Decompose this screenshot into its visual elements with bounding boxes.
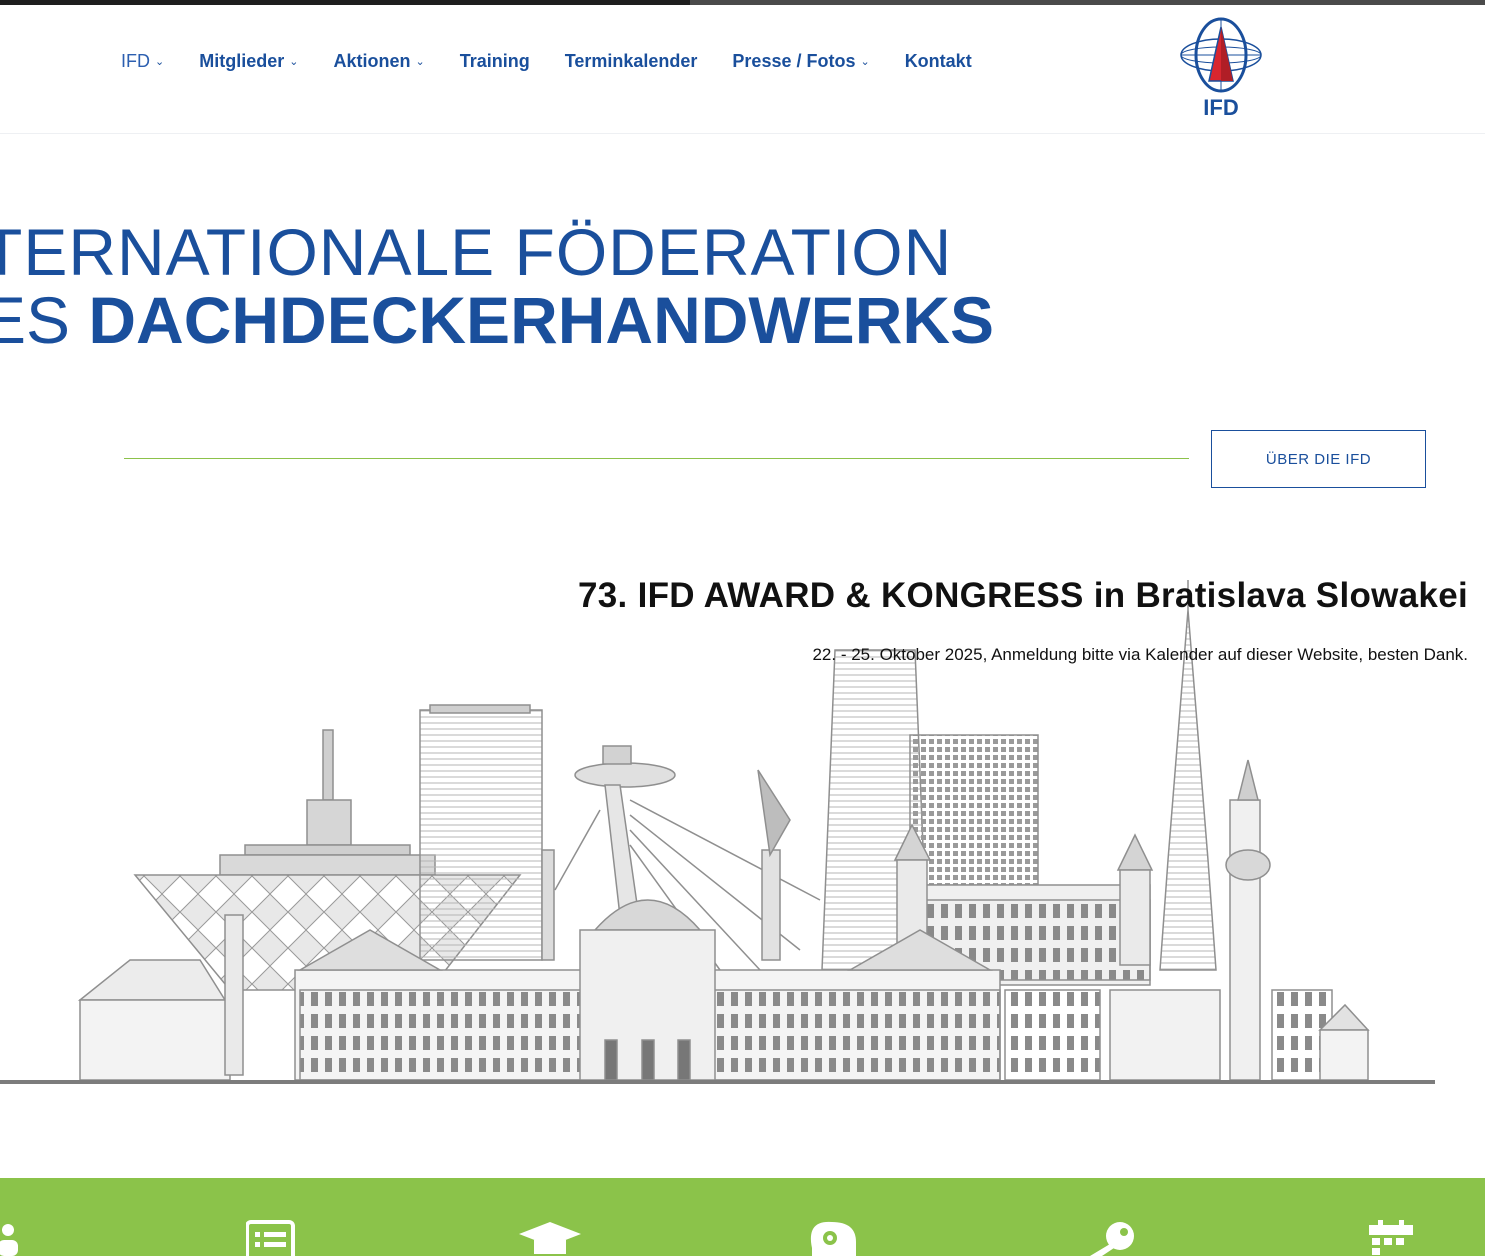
chevron-down-icon: ⌄ [415, 56, 425, 68]
nav-item-aktionen[interactable]: Aktionen ⌄ [333, 51, 424, 72]
event-subtitle: 22. - 25. Oktober 2025, Anmeldung bitte … [812, 645, 1468, 664]
ifd-logo[interactable]: IFD [1178, 13, 1264, 123]
features-band [0, 1178, 1485, 1256]
graduation-cap-icon[interactable] [518, 1220, 582, 1256]
event-title: 73. IFD AWARD & KONGRESS in Bratislava S… [578, 576, 1468, 615]
person-icon[interactable] [0, 1220, 22, 1256]
list-icon[interactable] [246, 1220, 296, 1256]
about-ifd-button[interactable]: ÜBER DIE IFD [1211, 430, 1426, 488]
chevron-down-icon: ⌄ [289, 56, 299, 68]
nav-item-training[interactable]: Training [460, 51, 530, 72]
hero-title-line1: TERNATIONALE FÖDERATION [0, 215, 953, 289]
main-nav: IFD ⌄ Mitglieder ⌄ Aktionen ⌄ Training Term… [121, 51, 1007, 72]
divider-line [124, 458, 1189, 459]
nav-item-terminkalender[interactable]: Terminkalender [565, 51, 698, 72]
calendar-icon[interactable] [1368, 1220, 1414, 1256]
nav-item-mitglieder[interactable]: Mitglieder ⌄ [199, 51, 298, 72]
nav-item-kontakt[interactable]: Kontakt [905, 51, 972, 72]
hero-title-line2: ES DACHDECKERHANDWERKS [0, 283, 995, 357]
nav-item-ifd[interactable]: IFD ⌄ [121, 51, 164, 72]
chevron-down-icon: ⌄ [860, 56, 870, 68]
site-header: IFD ⌄ Mitglieder ⌄ Aktionen ⌄ Training Term… [0, 5, 1485, 134]
nav-item-presse-fotos[interactable]: Presse / Fotos ⌄ [732, 51, 869, 72]
key-icon[interactable] [1088, 1220, 1138, 1256]
logo-text: IFD [1203, 95, 1238, 120]
chevron-down-icon: ⌄ [155, 56, 165, 68]
brain-gear-icon[interactable] [806, 1220, 858, 1256]
